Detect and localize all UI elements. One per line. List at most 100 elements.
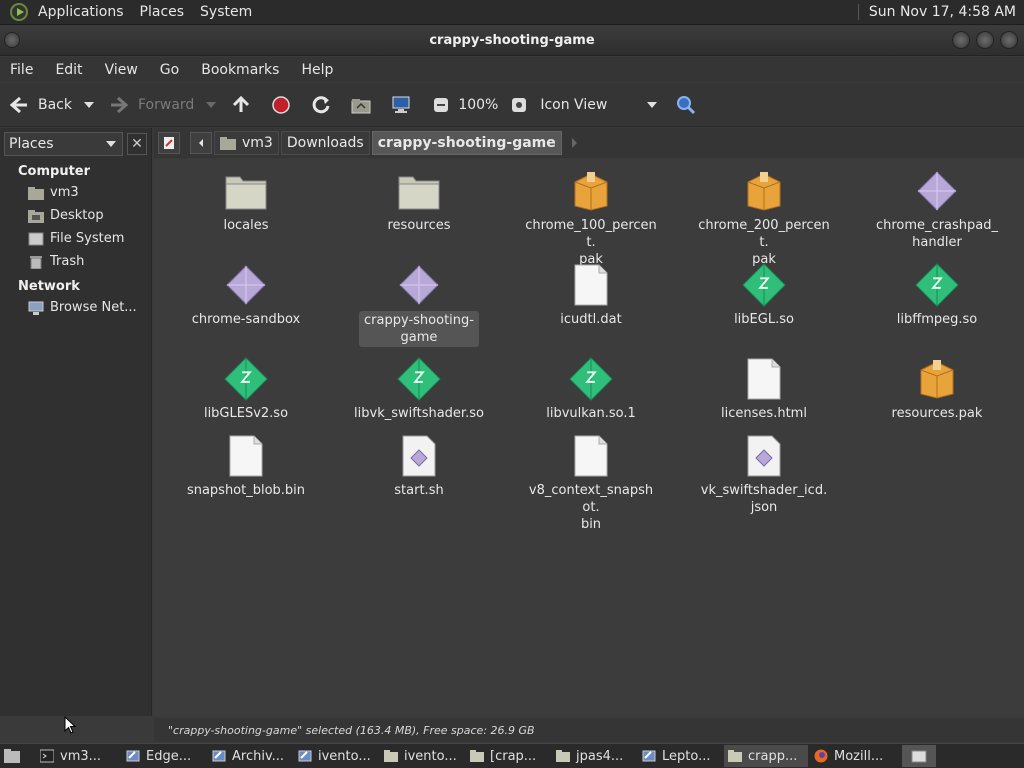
file-item[interactable]: chrome_100_percent. pak — [521, 169, 661, 268]
file-label: v8_context_snapshot. bin — [528, 483, 654, 532]
up-button[interactable] — [230, 94, 252, 116]
document-icon — [224, 434, 268, 478]
taskbar-window-button[interactable]: [crap... — [466, 745, 550, 767]
search-icon — [677, 95, 696, 114]
back-button[interactable]: Back — [8, 94, 94, 116]
taskbar-window-button[interactable]: jpas4... — [552, 745, 636, 767]
menu-view[interactable]: View — [97, 62, 146, 78]
close-button[interactable] — [1000, 31, 1018, 49]
computer-button[interactable] — [390, 94, 412, 116]
home-button[interactable] — [350, 94, 372, 116]
taskbar-window-button[interactable]: Edge... — [122, 745, 206, 767]
panel-menu-applications[interactable]: Applications — [30, 4, 132, 20]
view-mode-select[interactable]: Icon View — [540, 97, 658, 113]
taskbar-window-label: Edge... — [146, 748, 192, 764]
breadcrumb-downloads[interactable]: Downloads — [280, 131, 370, 155]
file-item[interactable]: libEGL.so — [694, 263, 834, 328]
editor-icon — [126, 749, 140, 763]
zoom-in-button[interactable] — [508, 94, 530, 116]
minimize-button[interactable] — [952, 31, 970, 49]
taskbar-window-button[interactable]: vm3... — [36, 745, 120, 767]
breadcrumb-label: crappy-shooting-game — [377, 135, 556, 151]
taskbar-window-button[interactable]: Mozill... — [810, 745, 894, 767]
menu-help[interactable]: Help — [293, 62, 341, 78]
file-item[interactable]: icudtl.dat — [521, 263, 661, 328]
breadcrumb-label: Downloads — [286, 135, 364, 151]
file-item[interactable]: start.sh — [349, 434, 489, 499]
library-icon — [569, 357, 613, 401]
file-item[interactable]: resources — [349, 169, 489, 234]
file-item[interactable]: snapshot_blob.bin — [176, 434, 316, 499]
workspace-switcher[interactable] — [902, 745, 936, 767]
taskbar-window-button[interactable]: Lepto... — [638, 745, 722, 767]
maximize-button[interactable] — [976, 31, 994, 49]
sidebar-item-label: Trash — [50, 254, 85, 269]
file-item[interactable]: locales — [176, 169, 316, 234]
file-item[interactable]: chrome_200_percent. pak — [694, 169, 834, 268]
sidebar-item-vm3[interactable]: vm3 — [0, 181, 151, 204]
breadcrumb-vm3[interactable]: vm3 — [214, 131, 279, 155]
file-item[interactable]: libvk_swiftshader.so — [349, 357, 489, 422]
menu-go[interactable]: Go — [152, 62, 187, 78]
file-label: libffmpeg.so — [896, 312, 978, 327]
taskbar-window-button[interactable]: crapp... — [724, 745, 808, 767]
breadcrumb-left-button[interactable] — [190, 132, 212, 154]
taskbar-window-button[interactable]: Archiv... — [208, 745, 292, 767]
close-icon: ✕ — [131, 136, 143, 152]
sidebar-selector[interactable]: Places — [4, 132, 123, 156]
taskbar-window-button[interactable]: ivento... — [294, 745, 378, 767]
search-button[interactable] — [675, 94, 697, 116]
forward-history-dropdown-icon[interactable] — [206, 101, 217, 108]
show-desktop-button[interactable] — [0, 745, 24, 767]
reload-button[interactable] — [310, 94, 332, 116]
file-label: libvk_swiftshader.so — [354, 406, 484, 421]
menu-bookmarks[interactable]: Bookmarks — [193, 62, 287, 78]
zoom-out-button[interactable] — [430, 94, 452, 116]
folder-icon — [728, 749, 742, 763]
package-icon — [915, 357, 959, 401]
file-item[interactable]: crappy-shooting- game — [349, 263, 489, 347]
sidebar-item-trash[interactable]: Trash — [0, 250, 151, 273]
taskbar-window-button[interactable]: ivento... — [380, 745, 464, 767]
window-titlebar[interactable]: crappy-shooting-game — [0, 26, 1024, 56]
breadcrumb-right-icon[interactable] — [571, 138, 577, 148]
panel-menu-places[interactable]: Places — [132, 4, 193, 20]
zoom-level[interactable]: 100% — [458, 97, 498, 113]
distro-logo-icon[interactable] — [10, 3, 28, 21]
folder-icon — [470, 749, 484, 763]
status-bar: "crappy-shooting-game" selected (163.4 M… — [154, 718, 1024, 742]
back-history-dropdown-icon[interactable] — [84, 101, 94, 108]
terminal-icon — [39, 749, 55, 763]
sidebar-section-network: Network — [18, 279, 80, 294]
file-item[interactable]: chrome_crashpad_ handler — [867, 169, 1007, 251]
sidebar-item-desktop[interactable]: Desktop — [0, 204, 151, 227]
sidebar-item-browse-network[interactable]: Browse Net... — [0, 296, 151, 319]
menu-edit[interactable]: Edit — [47, 62, 90, 78]
taskbar-window-label: Lepto... — [662, 748, 711, 764]
location-edit-toggle[interactable] — [158, 132, 180, 154]
panel-clock[interactable]: Sun Nov 17, 4:58 AM — [857, 4, 1020, 20]
sidebar-item-file-system[interactable]: File System — [0, 227, 151, 250]
forward-button[interactable]: Forward — [108, 94, 217, 116]
mouse-cursor-icon — [64, 716, 76, 734]
file-item[interactable]: libvulkan.so.1 — [521, 357, 661, 422]
desktop-folder-icon — [28, 209, 44, 223]
panel-menu-system[interactable]: System — [192, 4, 260, 20]
file-item[interactable]: resources.pak — [867, 357, 1007, 422]
editor-icon — [212, 749, 226, 763]
reload-icon — [312, 95, 330, 113]
file-item[interactable]: licenses.html — [694, 357, 834, 422]
file-icon-view[interactable]: locales resources chrome_100_percent. pak c… — [154, 159, 1024, 716]
file-item[interactable]: libGLESv2.so — [176, 357, 316, 422]
file-item[interactable]: v8_context_snapshot. bin — [521, 434, 661, 533]
sidebar-close-button[interactable]: ✕ — [127, 133, 147, 155]
document-icon — [742, 357, 786, 401]
file-item[interactable]: libffmpeg.so — [867, 263, 1007, 328]
breadcrumb-current[interactable]: crappy-shooting-game — [371, 131, 562, 155]
file-item[interactable]: chrome-sandbox — [176, 263, 316, 328]
file-item[interactable]: vk_swiftshader_icd. json — [694, 434, 834, 516]
view-mode-dropdown-icon — [647, 101, 658, 108]
window-menu-button[interactable] — [4, 32, 20, 48]
menu-file[interactable]: File — [2, 62, 41, 78]
stop-button[interactable] — [270, 94, 292, 116]
